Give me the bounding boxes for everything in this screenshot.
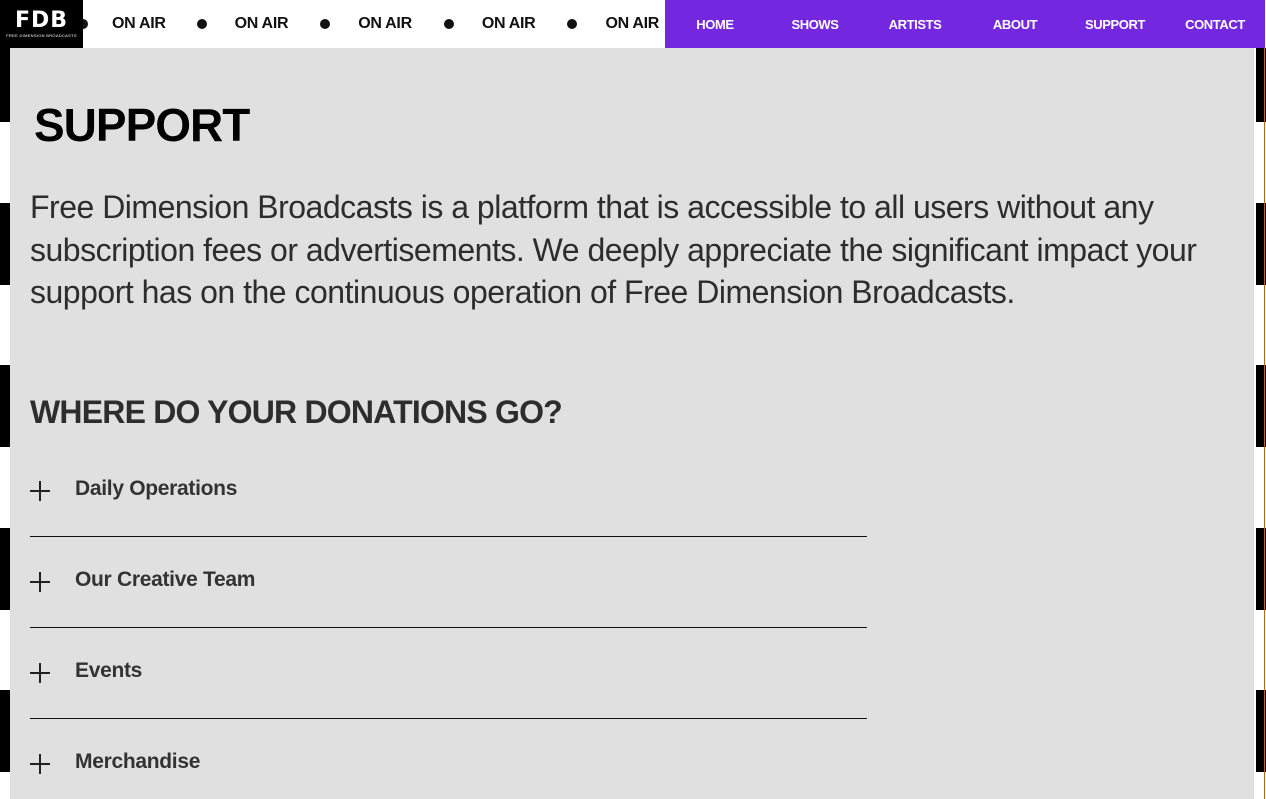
support-panel: SUPPORT Free Dimension Broadcasts is a p… (10, 48, 1254, 799)
edge-stripe (0, 690, 10, 772)
edge-stripe (0, 528, 10, 610)
accordion-label: Merchandise (75, 750, 201, 773)
nav-item-shows[interactable]: SHOWS (765, 17, 865, 32)
accordion-item-events[interactable]: Events (30, 628, 867, 719)
nav-item-home[interactable]: HOME (665, 17, 765, 32)
ticker-dot-icon (196, 19, 207, 29)
plus-icon (30, 754, 50, 774)
accordion-item-daily-operations[interactable]: Daily Operations (30, 446, 867, 537)
ticker-dot-icon (443, 19, 454, 29)
ticker-text: ON AIR (358, 15, 412, 32)
accordion-label: Our Creative Team (75, 568, 256, 591)
accordion-item-creative-team[interactable]: Our Creative Team (30, 537, 867, 628)
ticker-text: ON AIR (234, 15, 289, 32)
plus-icon (30, 481, 50, 501)
top-bar: FDB FREE DIMENSION BROADCASTS ON AIR ON … (0, 0, 1266, 48)
ticker-dot-icon (83, 19, 88, 29)
nav-item-about[interactable]: ABOUT (965, 17, 1065, 32)
ticker-text: ON AIR (605, 15, 660, 32)
edge-stripe (0, 40, 10, 122)
ticker-text: ON AIR (112, 15, 166, 32)
intro-paragraph: Free Dimension Broadcasts is a platform … (30, 189, 1197, 310)
donations-accordion: Daily Operations Our Creative Team Event… (30, 446, 867, 799)
plus-icon (30, 572, 50, 592)
ticker-dot-icon (567, 19, 578, 29)
accordion-item-merchandise[interactable]: Merchandise (30, 719, 867, 799)
edge-line (1264, 48, 1265, 799)
nav-item-support[interactable]: SUPPORT (1065, 17, 1165, 32)
logo-subtitle: FREE DIMENSION BROADCASTS (6, 33, 77, 38)
logo[interactable]: FDB FREE DIMENSION BROADCASTS (0, 0, 83, 48)
section-title: WHERE DO YOUR DONATIONS GO? (30, 394, 563, 430)
main-nav: HOME SHOWS ARTISTS ABOUT SUPPORT CONTACT (665, 0, 1265, 48)
logo-mark: FDB (14, 8, 69, 33)
on-air-ticker: ON AIR ON AIR ON AIR ON AIR ON AIR (83, 0, 665, 48)
ticker-text: ON AIR (481, 15, 536, 32)
accordion-label: Events (75, 659, 143, 682)
edge-stripe (0, 203, 10, 285)
ticker-dot-icon (320, 19, 331, 29)
edge-stripe (0, 365, 10, 447)
nav-item-artists[interactable]: ARTISTS (865, 17, 965, 32)
plus-icon (30, 663, 50, 683)
nav-item-contact[interactable]: CONTACT (1165, 17, 1265, 32)
accordion-label: Daily Operations (75, 477, 238, 500)
page-title: SUPPORT (34, 99, 250, 151)
